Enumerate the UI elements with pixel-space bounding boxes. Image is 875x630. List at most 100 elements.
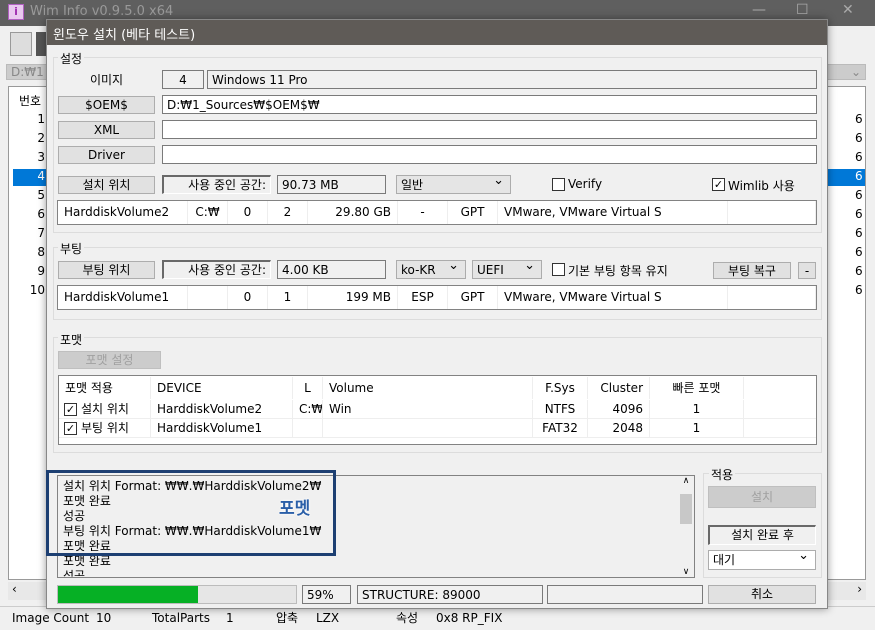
format-label: 포맷 bbox=[58, 331, 85, 348]
row-value: 6 bbox=[855, 283, 863, 297]
format-row-checkbox[interactable]: ✓ bbox=[64, 403, 77, 416]
format-cell: 1 bbox=[650, 400, 744, 418]
row-number: 9 bbox=[37, 264, 45, 278]
volume-cell: 0 bbox=[228, 201, 268, 224]
progress-fill bbox=[58, 586, 199, 603]
format-row[interactable]: 설치 위치 HarddiskVolume2 C:₩ Win NTFS 4096 1 ✓ bbox=[59, 400, 816, 419]
volume-cell: GPT bbox=[448, 286, 498, 309]
boot-repair-button[interactable]: 부팅 복구 bbox=[713, 262, 791, 279]
close-icon[interactable]: ✕ bbox=[842, 2, 854, 18]
mode-select[interactable]: 일반 bbox=[396, 173, 511, 194]
format-settings-button[interactable]: 포맷 설정 bbox=[58, 351, 161, 369]
volume-cell: C:₩ bbox=[188, 201, 228, 224]
log-scrollbar[interactable]: ∧ ∨ bbox=[678, 476, 694, 577]
row-number: 3 bbox=[37, 150, 45, 164]
after-action-select[interactable]: 대기 bbox=[708, 548, 816, 570]
format-cell: NTFS bbox=[533, 400, 588, 418]
volume-cell: 29.80 GB bbox=[308, 201, 398, 224]
row-value: 6 bbox=[855, 150, 863, 164]
locale-select[interactable]: ko-KR bbox=[396, 258, 466, 279]
cancel-button[interactable]: 취소 bbox=[708, 585, 816, 604]
verify-label: Verify bbox=[568, 177, 603, 191]
oem-path-input[interactable]: D:₩1_Sources₩$OEM$₩ bbox=[162, 95, 817, 114]
apply-label: 적용 bbox=[709, 466, 736, 483]
install-button[interactable]: 설치 bbox=[708, 486, 816, 508]
row-number: 5 bbox=[37, 188, 45, 202]
keep-default-label: 기본 부팅 항목 유지 bbox=[568, 264, 668, 278]
volume-cell: HarddiskVolume1 bbox=[58, 286, 188, 309]
driver-path-input[interactable] bbox=[162, 145, 817, 164]
image-index: 4 bbox=[162, 70, 204, 89]
log-line: 성공 bbox=[63, 569, 86, 578]
oem-button[interactable]: $OEM$ bbox=[58, 96, 155, 114]
volume-cell: 0 bbox=[228, 286, 268, 309]
row-value: 6 bbox=[855, 264, 863, 278]
volume-cell: - bbox=[398, 201, 448, 224]
list-header: 번호 bbox=[19, 94, 42, 108]
boot-used-space-value: 4.00 KB bbox=[277, 260, 386, 279]
volume-cell: 199 MB bbox=[308, 286, 398, 309]
boot-used-space-label: 사용 중인 공간: bbox=[162, 260, 271, 279]
format-cell: 1 bbox=[650, 419, 744, 437]
column-header[interactable]: Volume bbox=[323, 377, 533, 399]
install-volume-row[interactable]: HarddiskVolume2 C:₩ 0 2 29.80 GB - GPT VMware, … bbox=[57, 200, 817, 225]
boot-location-button[interactable]: 부팅 위치 bbox=[58, 261, 155, 279]
row-number: 1 bbox=[37, 112, 45, 126]
volume-cell bbox=[728, 201, 816, 224]
volume-cell: VMware, VMware Virtual S bbox=[498, 201, 728, 224]
column-header[interactable]: Cluster bbox=[588, 377, 650, 399]
row-number: 7 bbox=[37, 226, 45, 240]
used-space-label: 사용 중인 공간: bbox=[162, 175, 271, 194]
install-location-button[interactable]: 설치 위치 bbox=[58, 176, 155, 194]
progress-percent: 59% bbox=[302, 585, 351, 604]
boot-volume-row[interactable]: HarddiskVolume1 0 1 199 MB ESP GPT VMware, VMw… bbox=[57, 285, 817, 310]
volume-cell: GPT bbox=[448, 201, 498, 224]
column-header[interactable]: DEVICE bbox=[151, 377, 293, 399]
row-value: 6 bbox=[855, 245, 863, 259]
wimlib-checkbox[interactable]: ✓ bbox=[712, 178, 725, 191]
row-value: 6 bbox=[855, 112, 863, 126]
row-number: 2 bbox=[37, 131, 45, 145]
status-bar: Image Count 10 TotalParts 1 압축 LZX 속성 0x… bbox=[0, 606, 875, 630]
open-icon[interactable] bbox=[10, 32, 32, 56]
row-value: 6 bbox=[855, 207, 863, 221]
column-header[interactable]: 빠른 포맷 bbox=[650, 377, 744, 399]
format-cell: HarddiskVolume1 bbox=[151, 419, 293, 437]
row-value: 6 bbox=[855, 226, 863, 240]
format-cell: HarddiskVolume2 bbox=[151, 400, 293, 418]
format-cell: C:₩ bbox=[293, 400, 323, 418]
format-table: 포맷 적용 DEVICE L Volume F.Sys Cluster 빠른 포맷 설치 위치… bbox=[58, 375, 817, 445]
annotation-label: 포멧 bbox=[279, 499, 311, 519]
maximize-icon[interactable]: ☐ bbox=[796, 2, 809, 18]
xml-button[interactable]: XML bbox=[58, 121, 155, 139]
format-cell: FAT32 bbox=[533, 419, 588, 437]
keep-default-checkbox[interactable] bbox=[552, 263, 565, 276]
driver-button[interactable]: Driver bbox=[58, 146, 155, 164]
format-row-checkbox[interactable]: ✓ bbox=[64, 422, 77, 435]
used-space-value: 90.73 MB bbox=[277, 175, 386, 194]
column-header[interactable]: L bbox=[293, 377, 323, 399]
minimize-icon[interactable]: — bbox=[752, 2, 766, 18]
firmware-select[interactable]: UEFI bbox=[472, 258, 542, 279]
column-header[interactable]: 포맷 적용 bbox=[59, 377, 151, 399]
format-cell: 2048 bbox=[588, 419, 650, 437]
row-value: 6 bbox=[855, 131, 863, 145]
row-number: 6 bbox=[37, 207, 45, 221]
volume-cell: 2 bbox=[268, 201, 308, 224]
dialog-title-bar: 윈도우 설치 (베타 테스트) bbox=[47, 20, 827, 45]
minus-button[interactable]: - bbox=[798, 262, 816, 279]
row-number: 4 bbox=[37, 169, 45, 183]
format-row[interactable]: 부팅 위치 HarddiskVolume1 FAT32 2048 1 ✓ bbox=[59, 419, 816, 438]
column-header[interactable]: F.Sys bbox=[533, 377, 588, 399]
verify-checkbox[interactable] bbox=[552, 178, 565, 191]
row-value: 6 bbox=[855, 188, 863, 202]
volume-cell bbox=[728, 286, 816, 309]
after-install-label: 설치 완료 후 bbox=[708, 525, 816, 545]
row-value: 6 bbox=[855, 169, 863, 183]
xml-path-input[interactable] bbox=[162, 120, 817, 139]
boot-label: 부팅 bbox=[58, 240, 85, 257]
image-name: Windows 11 Pro bbox=[207, 70, 817, 89]
dialog-title: 윈도우 설치 (베타 테스트) bbox=[53, 28, 196, 43]
row-number: 8 bbox=[37, 245, 45, 259]
app-info-icon: i bbox=[8, 4, 24, 20]
